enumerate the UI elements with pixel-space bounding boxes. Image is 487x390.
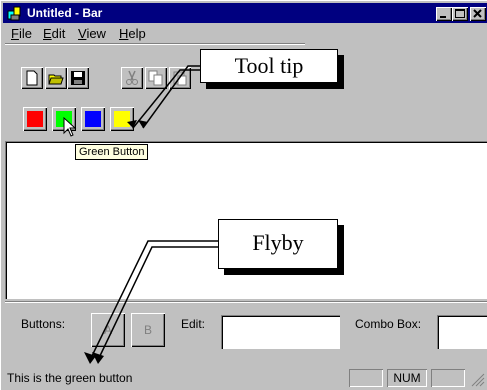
tooltip-callout: Tool tip xyxy=(200,49,338,83)
flyby-callout: Flyby xyxy=(218,219,338,269)
